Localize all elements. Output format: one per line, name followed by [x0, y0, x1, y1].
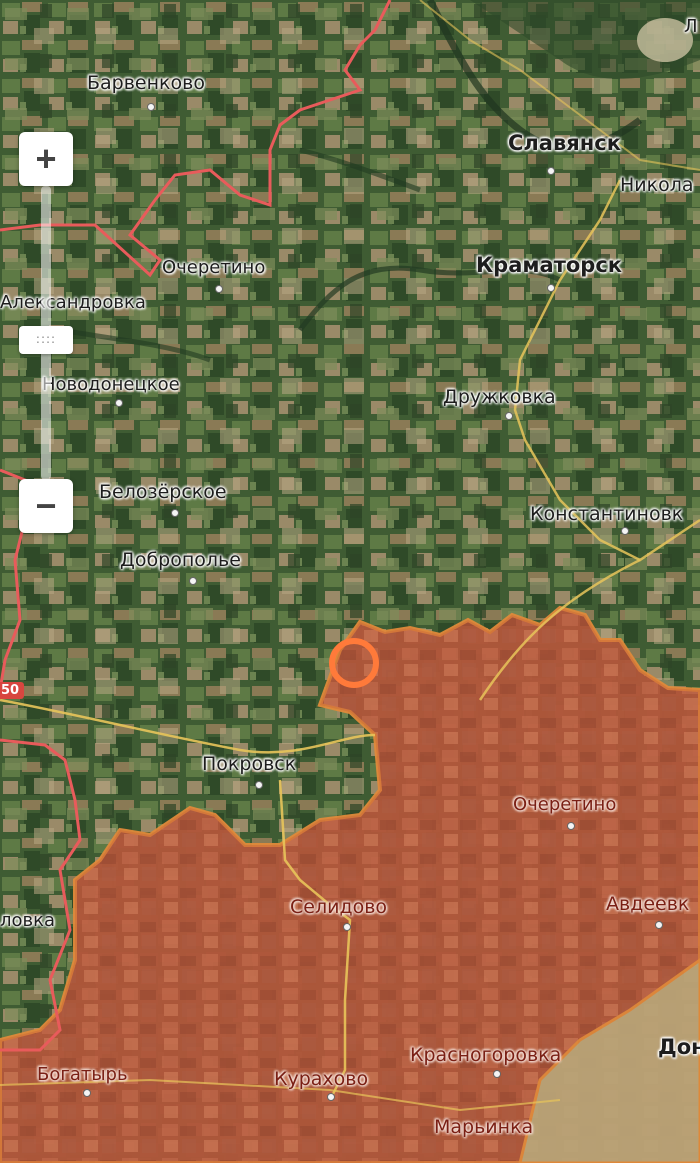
- label-ocheretino-north[interactable]: Очеретино: [162, 257, 265, 279]
- map-terrain: [0, 0, 700, 1163]
- zoom-in-button[interactable]: +: [19, 132, 73, 186]
- label-belozerskoe[interactable]: Белозёрское: [99, 481, 227, 503]
- label-kramatorsk[interactable]: Краматорск: [476, 254, 622, 276]
- settlement-dot: [215, 285, 223, 293]
- settlement-dot: [493, 1070, 501, 1078]
- settlement-dot: [189, 577, 197, 585]
- plus-icon: +: [35, 138, 57, 179]
- settlement-dot: [327, 1093, 335, 1101]
- label-avdeevka[interactable]: Авдеевк: [606, 893, 689, 915]
- label-barvenkovo[interactable]: Барвенково: [87, 72, 205, 94]
- label-bogatyr[interactable]: Богатырь: [37, 1064, 128, 1086]
- settlement-dot: [567, 822, 575, 830]
- label-selidovo[interactable]: Селидово: [290, 896, 387, 918]
- settlement-dot: [343, 923, 351, 931]
- route-shield: 50: [0, 682, 25, 699]
- settlement-dot: [547, 284, 555, 292]
- settlement-dot: [655, 921, 663, 929]
- settlement-dot: [621, 527, 629, 535]
- label-ocheretino-south[interactable]: Очеретино: [513, 794, 616, 816]
- settlement-dot: [115, 399, 123, 407]
- zoom-slider-handle[interactable]: ::::: [19, 326, 73, 354]
- label-novodonetskoe[interactable]: Новодонецкое: [42, 374, 180, 396]
- settlement-dot: [171, 509, 179, 517]
- settlement-dot: [547, 167, 555, 175]
- zoom-out-button[interactable]: −: [19, 479, 73, 533]
- label-pokrovsk[interactable]: Покровск: [202, 753, 296, 775]
- label-donetsk[interactable]: Дон: [658, 1036, 700, 1058]
- label-corner: Л: [684, 16, 698, 37]
- settlement-dot: [83, 1089, 91, 1097]
- settlement-dot: [147, 103, 155, 111]
- label-aleksandrovka[interactable]: Александровка: [0, 292, 146, 314]
- minus-icon: −: [35, 485, 57, 526]
- settlement-dot: [255, 781, 263, 789]
- settlement-dot: [505, 412, 513, 420]
- label-marinka[interactable]: Марьинка: [434, 1116, 533, 1138]
- label-dobropolye[interactable]: Доброполье: [120, 549, 241, 571]
- label-konstantinovka[interactable]: Константиновк: [530, 503, 683, 525]
- label-krasnogorovka[interactable]: Красногоровка: [410, 1044, 561, 1066]
- map-view[interactable]: Барвенково Славянск Никола Краматорск Оч…: [0, 0, 700, 1163]
- label-nikolaevka[interactable]: Никола: [620, 174, 694, 196]
- label-kurakhovo[interactable]: Курахово: [274, 1068, 368, 1090]
- label-lovka[interactable]: ловка: [0, 910, 55, 932]
- label-slavyansk[interactable]: Славянск: [508, 132, 621, 154]
- label-druzhkovka[interactable]: Дружковка: [443, 386, 556, 408]
